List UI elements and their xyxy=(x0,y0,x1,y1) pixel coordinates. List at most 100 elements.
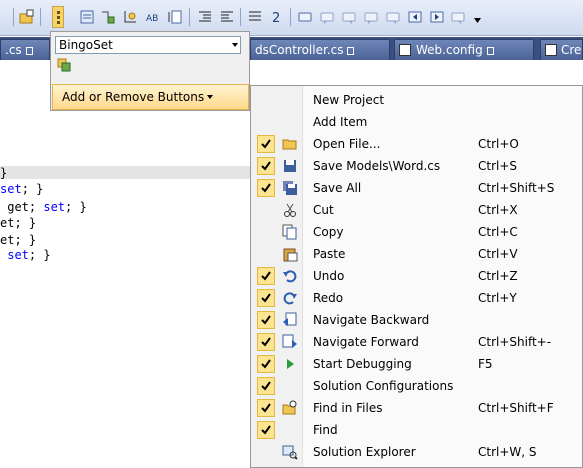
clear-bookmarks-icon[interactable] xyxy=(450,8,468,26)
open-folder-icon xyxy=(282,136,298,152)
checkmark-icon[interactable] xyxy=(257,399,275,417)
menu-item-label: Navigate Backward xyxy=(313,313,430,327)
tab-create[interactable]: Cre xyxy=(540,39,583,60)
redo-icon xyxy=(282,290,298,306)
lock-icon xyxy=(486,47,494,55)
save-all-icon xyxy=(282,180,298,196)
checkmark-icon[interactable] xyxy=(257,333,275,351)
menu-item-open-file[interactable]: Open File... Ctrl+O xyxy=(251,133,583,155)
menu-item-shortcut: Ctrl+W, S xyxy=(478,445,537,459)
checkmark-icon[interactable] xyxy=(257,135,275,153)
start-debugging-icon xyxy=(282,356,298,372)
code-line: get; set; } xyxy=(0,200,87,214)
code-line: } xyxy=(0,166,8,180)
menu-item-solution-explorer[interactable]: Solution Explorer Ctrl+W, S xyxy=(251,441,583,463)
menu-item-shortcut: Ctrl+Y xyxy=(478,291,517,305)
menu-item-label: Copy xyxy=(313,225,344,239)
tab-label: Cre xyxy=(561,43,582,57)
chevron-down-icon[interactable] xyxy=(232,43,238,47)
next-bookmark-icon[interactable] xyxy=(340,8,358,26)
cut-icon xyxy=(282,202,298,218)
object-browser-icon[interactable] xyxy=(122,8,140,26)
menu-item-label: Find in Files xyxy=(313,401,383,415)
file-icon xyxy=(545,44,557,56)
checkmark-icon[interactable] xyxy=(257,179,275,197)
menu-item-navigate-backward[interactable]: Navigate Backward xyxy=(251,309,583,331)
menu-item-shortcut: Ctrl+O xyxy=(478,137,519,151)
menu-item-solution-configurations[interactable]: Solution Configurations xyxy=(251,375,583,397)
undo-icon xyxy=(282,268,298,284)
uncomment-icon[interactable]: 2 xyxy=(268,8,286,26)
checkmark-icon[interactable] xyxy=(257,267,275,285)
checkmark-icon[interactable] xyxy=(257,157,275,175)
config-file-icon xyxy=(399,44,411,56)
solution-explorer-icon xyxy=(282,444,298,460)
menu-item-paste[interactable]: Paste Ctrl+V xyxy=(251,243,583,265)
menu-item-label: Cut xyxy=(313,203,334,217)
tab-label: dsController.cs xyxy=(255,43,344,57)
menu-item-cut[interactable]: Cut Ctrl+X xyxy=(251,199,583,221)
menu-item-find-in-files[interactable]: Find in Files Ctrl+Shift+F xyxy=(251,397,583,419)
navigate-forward-icon xyxy=(282,334,298,350)
checkmark-icon[interactable] xyxy=(257,377,275,395)
menu-item-label: Redo xyxy=(313,291,344,305)
menu-item-navigate-forward[interactable]: Navigate Forward Ctrl+Shift+- xyxy=(251,331,583,353)
menu-item-redo[interactable]: Redo Ctrl+Y xyxy=(251,287,583,309)
increase-indent-icon[interactable] xyxy=(218,8,236,26)
menu-item-shortcut: Ctrl+C xyxy=(478,225,518,239)
menu-item-label: Navigate Forward xyxy=(313,335,419,349)
code-line: et; } xyxy=(0,233,37,247)
solution-configuration-combo[interactable]: BingoSet xyxy=(55,36,241,54)
menu-item-label: Solution Explorer xyxy=(313,445,416,459)
properties-icon[interactable] xyxy=(78,8,96,26)
menu-item-find[interactable]: Find xyxy=(251,419,583,441)
menu-item-label: Paste xyxy=(313,247,346,261)
menu-item-save-models-word-cs[interactable]: Save Models\Word.cs Ctrl+S xyxy=(251,155,583,177)
toolbar-separator xyxy=(240,8,241,26)
menu-item-label: Find xyxy=(313,423,338,437)
tab-controller[interactable]: dsController.cs xyxy=(250,39,390,60)
menu-item-undo[interactable]: Undo Ctrl+Z xyxy=(251,265,583,287)
outline-icon[interactable] xyxy=(166,8,184,26)
menu-item-copy[interactable]: Copy Ctrl+C xyxy=(251,221,583,243)
code-line: set; } xyxy=(0,182,44,196)
toolbar-overflow-icon[interactable] xyxy=(474,18,481,23)
menu-item-shortcut: Ctrl+Z xyxy=(478,269,518,283)
menu-item-save-all[interactable]: Save All Ctrl+Shift+S xyxy=(251,177,583,199)
toolbar-separator xyxy=(189,8,190,26)
chevron-down-icon xyxy=(207,95,214,99)
checkmark-icon[interactable] xyxy=(257,421,275,439)
code-line: set; } xyxy=(7,248,51,262)
lock-icon xyxy=(347,47,355,55)
find-in-files-icon[interactable] xyxy=(18,8,36,26)
tab-label: .cs xyxy=(5,43,22,57)
menu-item-add-item[interactable]: Add Item xyxy=(251,111,583,133)
lock-icon xyxy=(25,47,33,55)
checkmark-icon[interactable] xyxy=(257,311,275,329)
menu-item-new-project[interactable]: New Project xyxy=(251,89,583,111)
next-bookmark-in-document-icon[interactable] xyxy=(428,8,446,26)
checkmark-icon[interactable] xyxy=(257,355,275,373)
tab-web-config[interactable]: Web.config xyxy=(394,39,534,60)
comment-icon[interactable] xyxy=(246,8,264,26)
next-bookmark-folder-icon[interactable] xyxy=(384,8,402,26)
add-or-remove-buttons[interactable]: Add or Remove Buttons xyxy=(52,84,249,110)
menu-item-shortcut: Ctrl+V xyxy=(478,247,518,261)
previous-bookmark-in-document-icon[interactable] xyxy=(406,8,424,26)
class-view-icon[interactable] xyxy=(99,8,117,26)
menu-item-start-debugging[interactable]: Start Debugging F5 xyxy=(251,353,583,375)
configuration-manager-icon[interactable] xyxy=(57,58,71,72)
menu-item-label: Start Debugging xyxy=(313,357,412,371)
text-format-icon[interactable]: AB xyxy=(145,8,163,26)
bookmark-icon[interactable] xyxy=(296,8,314,26)
toolbar-options-panel: BingoSet Add or Remove Buttons xyxy=(50,31,250,111)
svg-text:2: 2 xyxy=(272,11,280,25)
toolbar-options-grip[interactable] xyxy=(52,6,64,28)
menu-item-label: Solution Configurations xyxy=(313,379,454,393)
previous-bookmark-icon[interactable] xyxy=(318,8,336,26)
tab-cs-file[interactable]: .cs xyxy=(0,39,50,60)
decrease-indent-icon[interactable] xyxy=(196,8,214,26)
checkmark-icon[interactable] xyxy=(257,289,275,307)
combo-value: BingoSet xyxy=(59,38,113,52)
previous-bookmark-folder-icon[interactable] xyxy=(362,8,380,26)
